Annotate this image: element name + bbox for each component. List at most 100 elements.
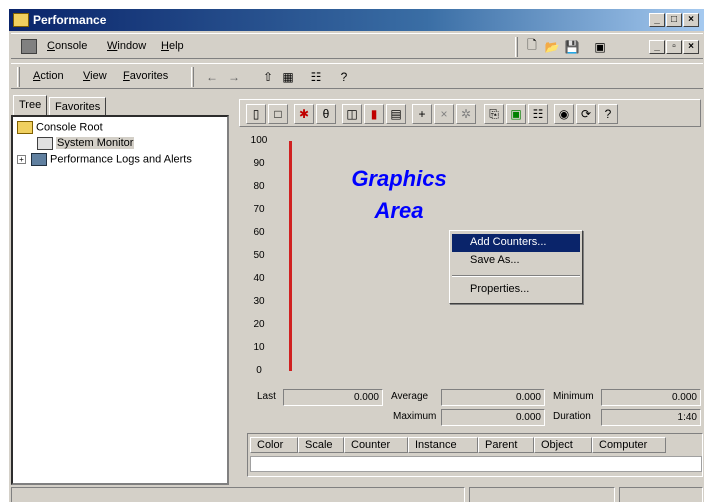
menu-item-add-counters[interactable]: Add Counters... [452,234,580,252]
legend-column-instance[interactable]: Instance [408,437,478,453]
add-icon[interactable]: + [412,104,432,124]
show-hide-tree-icon[interactable]: ▦ [279,68,297,85]
current-activity-icon[interactable]: ✱ [294,104,314,124]
child-minimize-button[interactable]: _ [649,40,665,54]
action-bar: Action View Favorites ← → ⇧ ▦ ☷ ? [11,63,703,89]
tree-node-label: System Monitor [56,137,135,150]
menu-favorites[interactable]: Favorites [123,70,168,82]
y-tick-label: 90 [253,158,265,169]
toolbar-grip [515,37,518,57]
tree-node-performance-logs[interactable]: + Performance Logs and Alerts [17,153,192,166]
menu-separator [452,275,580,277]
help-icon[interactable]: ? [598,104,618,124]
menu-item-properties[interactable]: Properties... [452,281,580,299]
duration-value: 1:40 [601,409,701,426]
legend-column-parent[interactable]: Parent [478,437,534,453]
y-tick-label: 40 [253,273,265,284]
legend-column-counter[interactable]: Counter [344,437,408,453]
expand-icon[interactable]: + [17,155,26,164]
delete-icon[interactable]: × [434,104,454,124]
tree-node-system-monitor[interactable]: System Monitor [37,137,135,150]
logs-alerts-icon [31,153,47,166]
new-document-icon[interactable]: 🗋 [523,38,541,55]
up-folder-icon[interactable]: ⇧ [259,68,277,85]
y-tick-label: 50 [253,250,265,261]
menu-bar: Console Window Help 🗋 📂 💾 ▣ _ ▫ × [11,33,703,59]
status-bar [11,487,703,502]
console-app-icon[interactable] [21,39,37,54]
minimize-button[interactable]: _ [649,13,665,27]
properties-icon[interactable]: ☷ [528,104,548,124]
legend-column-color[interactable]: Color [250,437,298,453]
graphics-area[interactable]: 100 90 80 70 60 50 40 30 20 10 0 Graphic… [239,133,701,385]
time-bar [289,141,292,371]
toolbar-grip [17,67,20,87]
tree-node-console-root[interactable]: Console Root [17,121,103,134]
tree-node-label: Console Root [36,121,103,134]
y-tick-label: 20 [253,319,265,330]
maximum-label: Maximum [393,411,437,422]
new-counter-set-icon[interactable]: ▯ [246,104,266,124]
highlight-icon[interactable]: ✲ [456,104,476,124]
child-restore-button[interactable]: ▫ [666,40,682,54]
y-tick-label: 60 [253,227,265,238]
forward-arrow-icon[interactable]: → [225,68,243,85]
graphics-area-label-line: Area [374,198,424,223]
close-button[interactable]: × [683,13,699,27]
view-report-icon[interactable]: ▤ [386,104,406,124]
tab-tree[interactable]: Tree [13,95,48,117]
clear-display-icon[interactable]: □ [268,104,288,124]
update-data-icon[interactable]: ⟳ [576,104,596,124]
legend-list[interactable] [250,456,702,472]
performance-window: Performance _ □ × Console Window Help 🗋 … [8,8,704,502]
maximum-value: 0.000 [441,409,545,426]
monitor-icon [37,137,53,150]
status-pane [619,487,703,502]
help-icon[interactable]: ? [335,68,353,85]
menu-window[interactable]: Window [107,40,146,52]
minimum-value: 0.000 [601,389,701,406]
menu-action[interactable]: Action [33,70,64,82]
context-menu: Add Counters... Save As... Properties... [449,230,583,304]
paste-counter-list-icon[interactable]: ▣ [506,104,526,124]
counter-legend: Color Scale Counter Instance Parent Obje… [247,433,703,477]
performance-app-icon [13,13,29,27]
maximize-button[interactable]: □ [666,13,682,27]
status-pane [11,487,465,502]
save-icon[interactable]: 💾 [563,38,581,55]
legend-column-object[interactable]: Object [534,437,592,453]
legend-column-computer[interactable]: Computer [592,437,666,453]
legend-column-scale[interactable]: Scale [298,437,344,453]
open-folder-icon[interactable]: 📂 [543,38,561,55]
view-log-data-icon[interactable]: θ [316,104,336,124]
status-pane [469,487,615,502]
back-arrow-icon[interactable]: ← [203,68,221,85]
child-close-button[interactable]: × [683,40,699,54]
menu-help[interactable]: Help [161,40,184,52]
y-tick-label: 10 [253,342,265,353]
graph-toolbar: ▯ □ ✱ θ ◫ ▮ ▤ + × ✲ ⎘ ▣ ☷ ◉ ⟳ ? [239,99,701,127]
menu-console[interactable]: Console [47,40,87,52]
value-bar: Last 0.000 Average 0.000 Minimum 0.000 M… [239,385,701,429]
tree-node-label: Performance Logs and Alerts [50,153,192,166]
menu-view[interactable]: View [83,70,107,82]
graphics-area-label-line: Graphics [351,166,447,191]
graphics-area-label: Graphics Area [319,163,479,227]
duration-label: Duration [553,411,591,422]
view-histogram-icon[interactable]: ▮ [364,104,384,124]
y-tick-label: 30 [253,296,265,307]
menu-item-save-as[interactable]: Save As... [452,252,580,270]
title-bar[interactable]: Performance _ □ × [9,9,704,31]
freeze-display-icon[interactable]: ◉ [554,104,574,124]
view-graph-icon[interactable]: ◫ [342,104,362,124]
properties-icon[interactable]: ☷ [307,68,325,85]
tab-favorites[interactable]: Favorites [49,97,107,116]
left-pane-tabs: Tree Favorites [11,93,231,117]
y-tick-label: 70 [253,204,265,215]
copy-properties-icon[interactable]: ⎘ [484,104,504,124]
toolbar-grip [191,67,194,87]
y-tick-label: 80 [253,181,265,192]
new-window-icon[interactable]: ▣ [591,38,609,55]
y-tick-label: 100 [250,135,268,146]
minimum-label: Minimum [553,391,594,402]
